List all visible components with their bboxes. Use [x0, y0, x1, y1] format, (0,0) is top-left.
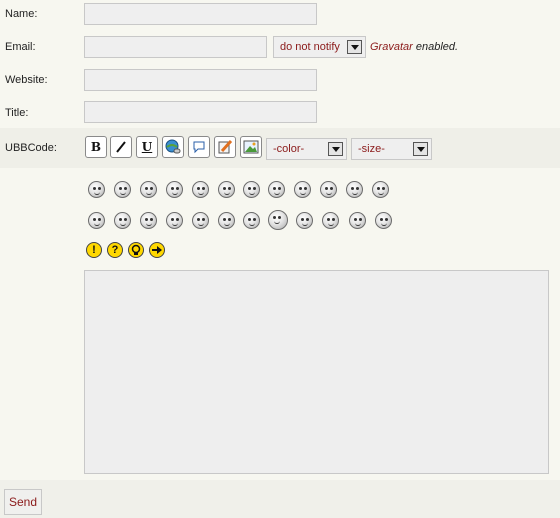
smiley-laugh-icon[interactable] [346, 181, 363, 198]
quote-button[interactable] [188, 136, 210, 158]
chevron-down-icon [328, 142, 343, 156]
name-label: Name: [5, 8, 38, 20]
gravatar-enabled-text: enabled. [412, 41, 459, 53]
gravatar-link[interactable]: Gravatar [370, 41, 413, 53]
smiley-sad-icon[interactable] [88, 212, 105, 229]
smiley-wink-icon[interactable] [243, 181, 260, 198]
smiley-smile-icon[interactable] [192, 212, 209, 229]
color-select-value: -color- [273, 143, 305, 155]
image-icon [243, 140, 259, 154]
email-label: Email: [5, 41, 36, 53]
image-button[interactable] [240, 136, 262, 158]
speech-bubble-icon [193, 141, 205, 154]
bold-button[interactable]: B [85, 136, 107, 158]
italic-button[interactable] [110, 136, 132, 158]
smiley-tongue-icon[interactable] [218, 212, 235, 229]
lightbulb-icon[interactable] [128, 242, 144, 258]
title-input[interactable] [84, 101, 317, 123]
size-select[interactable]: -size- [351, 138, 432, 160]
message-textarea[interactable] [84, 270, 549, 474]
link-button[interactable] [162, 136, 184, 158]
arrow-shape [152, 246, 162, 254]
smiley-excited-icon[interactable] [268, 210, 288, 230]
smiley-thinking-icon[interactable] [322, 212, 339, 229]
form-footer [0, 480, 560, 518]
title-label: Title: [5, 107, 29, 119]
smiley-dead-icon[interactable] [372, 181, 389, 198]
smiley-sleepy-icon[interactable] [140, 181, 157, 198]
smiley-blush-icon[interactable] [320, 181, 337, 198]
idea-bulb-shape [131, 244, 141, 255]
smiley-shy-icon[interactable] [349, 212, 366, 229]
smiley-grin-icon[interactable] [166, 181, 183, 198]
smiley-lol-icon[interactable] [294, 181, 311, 198]
chevron-down-icon [347, 40, 362, 54]
chevron-down-icon [413, 142, 428, 156]
smiley-glasses-icon[interactable] [192, 181, 209, 198]
smiley-shocked-icon[interactable] [114, 212, 131, 229]
name-input[interactable] [84, 3, 317, 25]
gravatar-note: Gravatar enabled. [370, 41, 458, 53]
smiley-confused-icon[interactable] [140, 212, 157, 229]
website-label: Website: [5, 74, 48, 86]
smiley-cool-icon[interactable] [114, 181, 131, 198]
notify-select[interactable]: do not notify [273, 36, 366, 58]
globe-link-icon [165, 139, 181, 154]
underline-button[interactable]: U [136, 136, 158, 158]
website-input[interactable] [84, 69, 317, 91]
smiley-dizzy-icon[interactable] [375, 212, 392, 229]
send-button[interactable]: Send [4, 489, 42, 515]
smiley-cheeky-icon[interactable] [243, 212, 260, 229]
notify-select-value: do not notify [280, 41, 340, 53]
smiley-angry-icon[interactable] [88, 181, 105, 198]
email-input[interactable] [84, 36, 267, 58]
size-select-value: -size- [358, 143, 385, 155]
smiley-rolleyes-icon[interactable] [268, 181, 285, 198]
exclamation-icon[interactable]: ! [86, 242, 102, 258]
pencil-note-icon [218, 139, 233, 154]
smiley-neutral-icon[interactable] [166, 212, 183, 229]
color-select[interactable]: -color- [266, 138, 347, 160]
ubb-label: UBBCode: [5, 142, 57, 154]
smiley-whistle-icon[interactable] [296, 212, 313, 229]
italic-icon [116, 141, 126, 153]
smiley-devil-icon[interactable] [218, 181, 235, 198]
question-icon[interactable]: ? [107, 242, 123, 258]
arrow-right-icon[interactable] [149, 242, 165, 258]
code-button[interactable] [214, 136, 236, 158]
